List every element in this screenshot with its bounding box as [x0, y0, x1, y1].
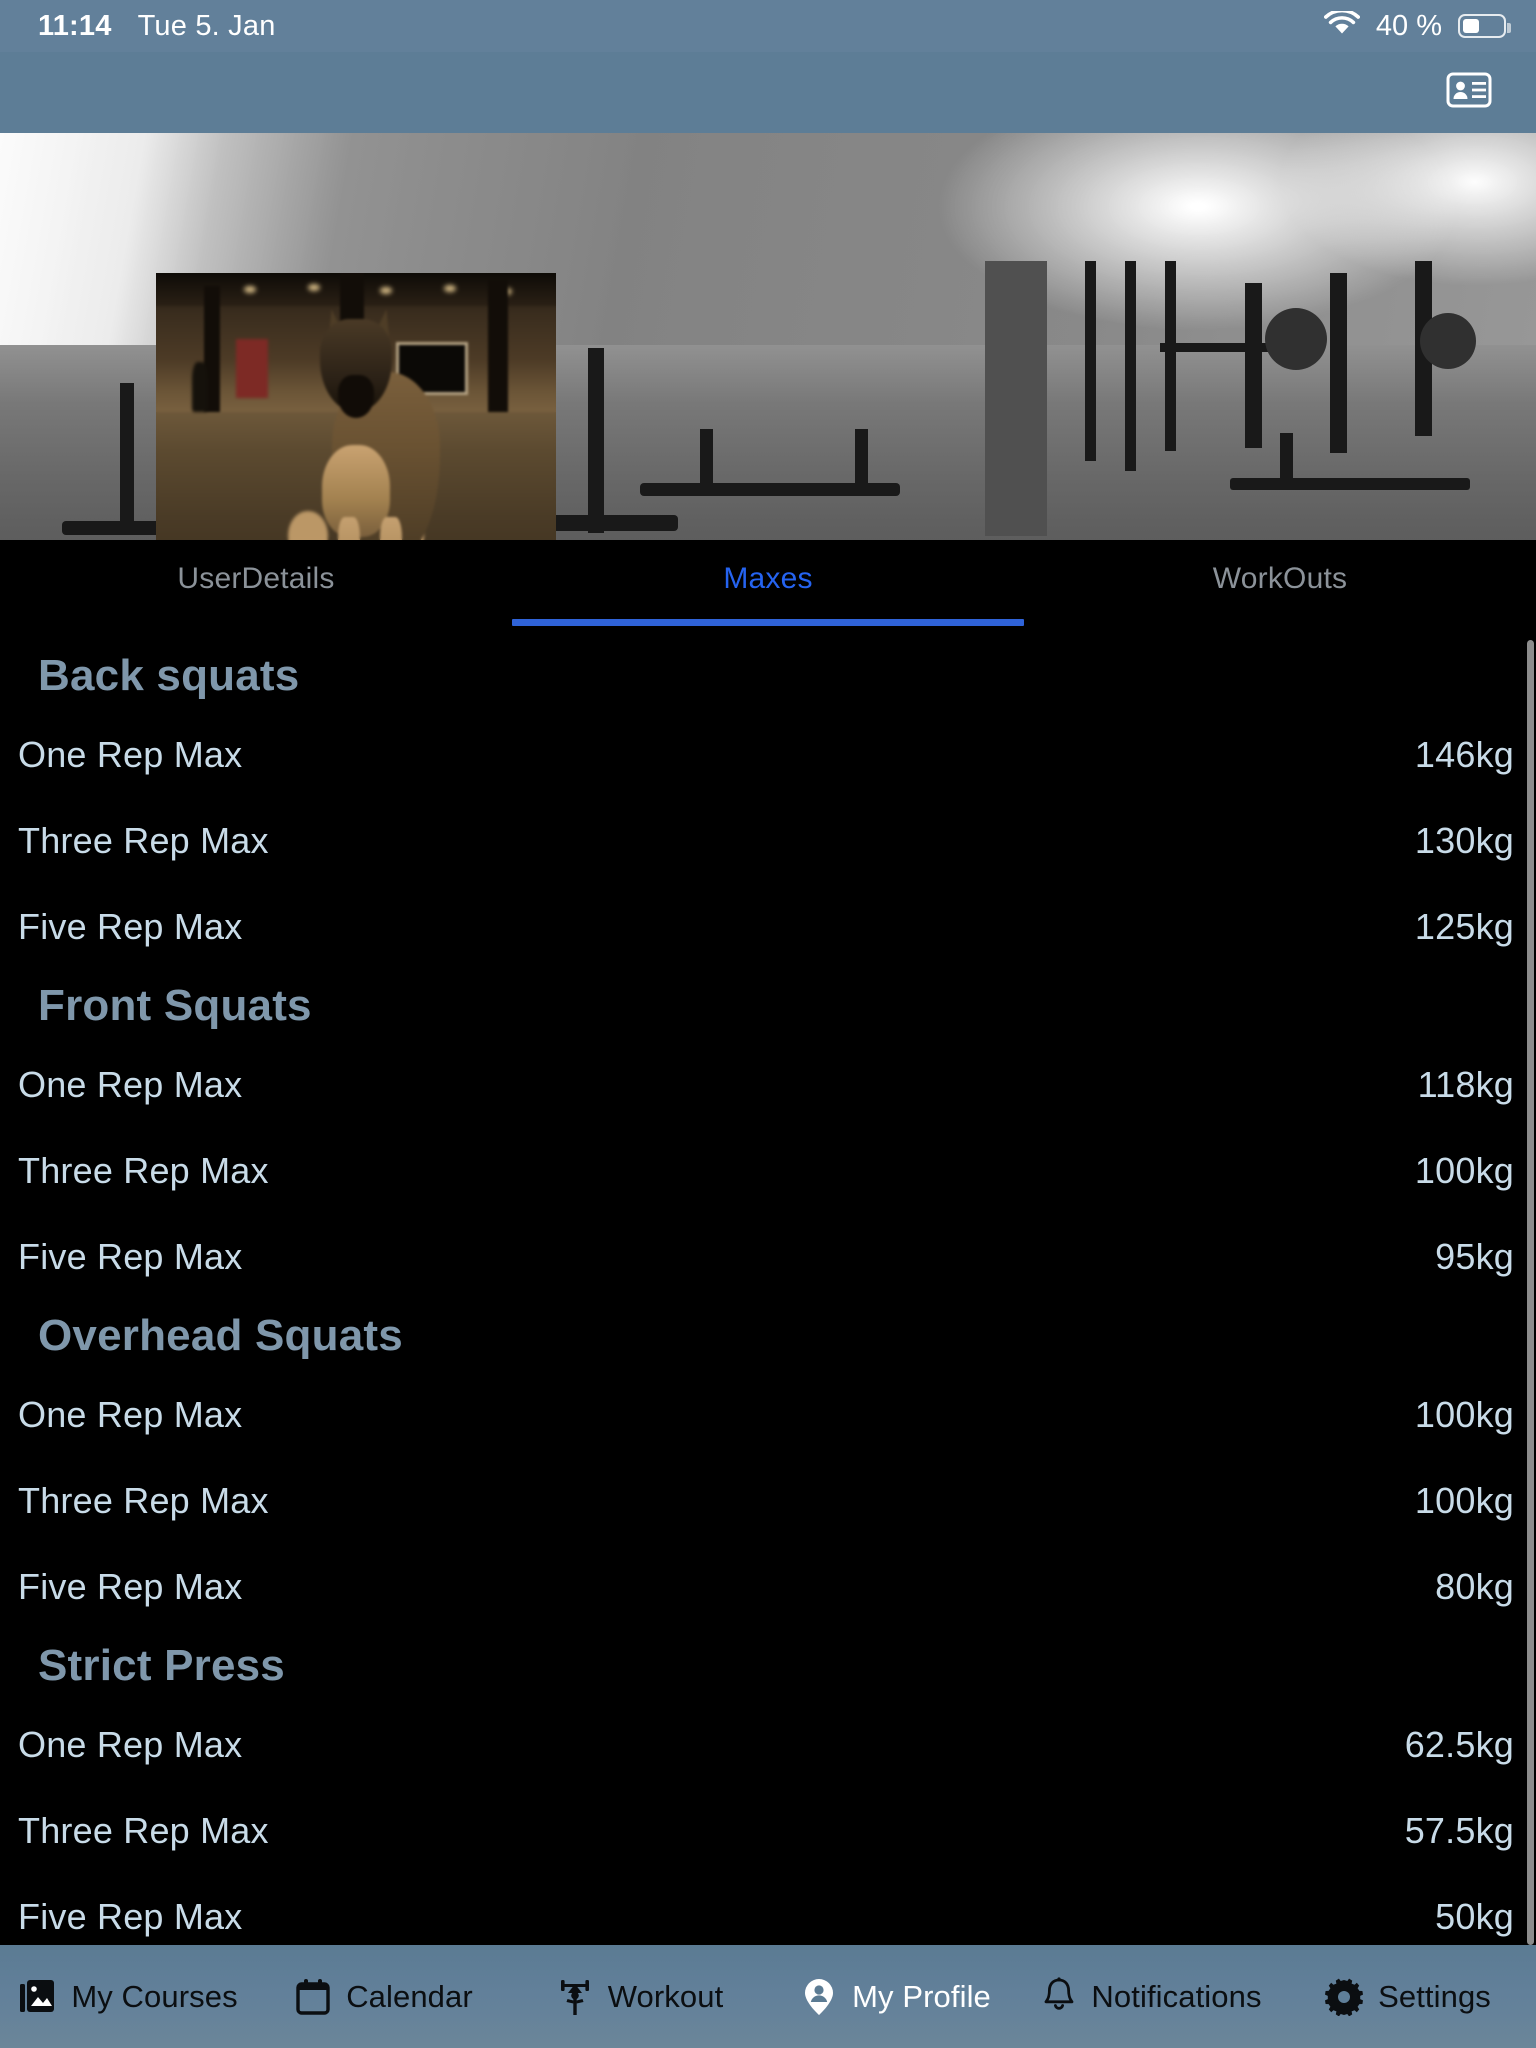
contact-card-button[interactable] — [1436, 66, 1502, 120]
hero-header — [0, 133, 1536, 540]
max-value: 125kg — [1414, 906, 1514, 947]
max-label: Three Rep Max — [18, 1150, 269, 1191]
gear-icon — [1325, 1978, 1364, 2016]
gym-rack — [1125, 261, 1136, 471]
battery-icon — [1458, 14, 1511, 38]
gym-equipment — [1280, 433, 1293, 488]
max-label: Five Rep Max — [18, 906, 243, 947]
gym-equipment — [855, 429, 868, 491]
max-label: One Rep Max — [18, 734, 243, 775]
gym-equipment — [700, 429, 713, 491]
gym-rack — [1085, 261, 1096, 461]
max-value: 100kg — [1414, 1394, 1514, 1435]
max-label: Five Rep Max — [18, 1236, 243, 1277]
battery-percent-label: 40 % — [1375, 9, 1442, 42]
status-date: Tue 5. Jan — [137, 9, 276, 42]
max-row[interactable]: One Rep Max 100kg — [0, 1372, 1536, 1458]
person-pin-icon — [801, 1977, 837, 2017]
max-value: 100kg — [1414, 1480, 1514, 1521]
status-bar-left: 11:14 Tue 5. Jan — [38, 10, 276, 43]
tab-userdetails[interactable]: UserDetails — [0, 540, 512, 640]
max-value: 57.5kg — [1404, 1810, 1514, 1851]
max-row[interactable]: Three Rep Max 130kg — [0, 798, 1536, 884]
max-value: 146kg — [1414, 734, 1514, 775]
max-label: Three Rep Max — [18, 1480, 269, 1521]
weight-plate — [1420, 313, 1476, 369]
max-row[interactable]: Five Rep Max 50kg — [0, 1874, 1536, 1945]
max-label: Five Rep Max — [18, 1896, 243, 1937]
weightlifter-icon — [557, 1977, 593, 2017]
tab-label: UserDetails — [177, 562, 335, 595]
max-value: 100kg — [1414, 1150, 1514, 1191]
weight-plate — [1265, 308, 1327, 370]
tab-label: Maxes — [723, 562, 813, 595]
tab-maxes[interactable]: Maxes — [512, 540, 1024, 640]
max-value: 95kg — [1435, 1236, 1514, 1277]
status-time: 11:14 — [38, 9, 112, 42]
max-value: 50kg — [1435, 1896, 1514, 1937]
max-label: Three Rep Max — [18, 1810, 269, 1851]
max-row[interactable]: Five Rep Max 125kg — [0, 884, 1536, 970]
bottom-tab-label: My Courses — [71, 1978, 238, 2014]
segment-tab-bar: UserDetails Maxes WorkOuts — [0, 540, 1536, 640]
section-header-back-squats: Back squats — [38, 651, 300, 700]
status-bar: 11:14 Tue 5. Jan 40 % — [0, 0, 1536, 52]
gym-pillar — [985, 261, 1047, 536]
tab-underline — [512, 619, 1024, 626]
gym-rack — [1165, 261, 1176, 451]
bottom-tab-calendar[interactable]: Calendar — [256, 1945, 512, 2048]
bottom-tab-settings[interactable]: Settings — [1280, 1945, 1536, 2048]
max-row[interactable]: Three Rep Max 57.5kg — [0, 1788, 1536, 1874]
bottom-tab-my-courses[interactable]: My Courses — [0, 1945, 256, 2048]
max-label: One Rep Max — [18, 1394, 243, 1435]
max-label: One Rep Max — [18, 1724, 243, 1765]
max-label: One Rep Max — [18, 1064, 243, 1105]
bottom-tab-label: Workout — [607, 1978, 724, 2014]
max-label: Five Rep Max — [18, 1566, 243, 1607]
scrollbar[interactable] — [1527, 640, 1536, 1945]
section-header-front-squats: Front Squats — [38, 981, 312, 1030]
bell-icon — [1042, 1976, 1076, 2017]
wifi-icon — [1323, 8, 1360, 42]
status-bar-right: 40 % — [1323, 8, 1511, 43]
max-value: 80kg — [1435, 1566, 1514, 1607]
app-screen: 11:14 Tue 5. Jan 40 % UserDetails Maxes … — [0, 0, 1536, 2048]
gym-equipment — [1230, 478, 1470, 490]
max-value: 62.5kg — [1404, 1724, 1514, 1765]
photo-blur-overlay — [156, 273, 556, 540]
max-row[interactable]: Three Rep Max 100kg — [0, 1128, 1536, 1214]
contact-card-icon — [1446, 72, 1492, 113]
max-row[interactable]: Five Rep Max 80kg — [0, 1544, 1536, 1630]
bottom-tab-label: Notifications — [1091, 1978, 1262, 2014]
gym-machine — [1245, 283, 1262, 448]
max-row[interactable]: One Rep Max 146kg — [0, 712, 1536, 798]
max-label: Three Rep Max — [18, 820, 269, 861]
gym-equipment — [120, 383, 134, 533]
bottom-tab-workout[interactable]: Workout — [512, 1945, 768, 2048]
section-header-overhead-squats: Overhead Squats — [38, 1311, 403, 1360]
tab-workouts[interactable]: WorkOuts — [1024, 540, 1536, 640]
bottom-tab-notifications[interactable]: Notifications — [1024, 1945, 1280, 2048]
bottom-tab-label: Settings — [1378, 1978, 1491, 2014]
max-row[interactable]: One Rep Max 62.5kg — [0, 1702, 1536, 1788]
top-nav-bar — [0, 52, 1536, 133]
max-row[interactable]: Three Rep Max 100kg — [0, 1458, 1536, 1544]
max-row[interactable]: Five Rep Max 95kg — [0, 1214, 1536, 1300]
bottom-tab-label: Calendar — [346, 1978, 473, 2014]
gym-equipment — [588, 348, 604, 533]
bottom-tab-bar: My Courses Calendar Workout My Profile N… — [0, 1945, 1536, 2048]
photo-library-icon — [18, 1978, 56, 2016]
tab-label: WorkOuts — [1212, 562, 1348, 595]
bottom-tab-label: My Profile — [852, 1978, 991, 2014]
maxes-list[interactable]: Back squats One Rep Max 146kg Three Rep … — [0, 640, 1536, 1945]
gym-machine — [1330, 273, 1347, 453]
profile-photo[interactable] — [156, 273, 556, 540]
max-value: 118kg — [1417, 1064, 1514, 1105]
bottom-tab-my-profile[interactable]: My Profile — [768, 1945, 1024, 2048]
max-value: 130kg — [1414, 820, 1514, 861]
scrollbar-thumb[interactable] — [1527, 640, 1534, 1945]
calendar-icon — [295, 1978, 331, 2016]
max-row[interactable]: One Rep Max 118kg — [0, 1042, 1536, 1128]
section-header-strict-press: Strict Press — [38, 1641, 285, 1690]
